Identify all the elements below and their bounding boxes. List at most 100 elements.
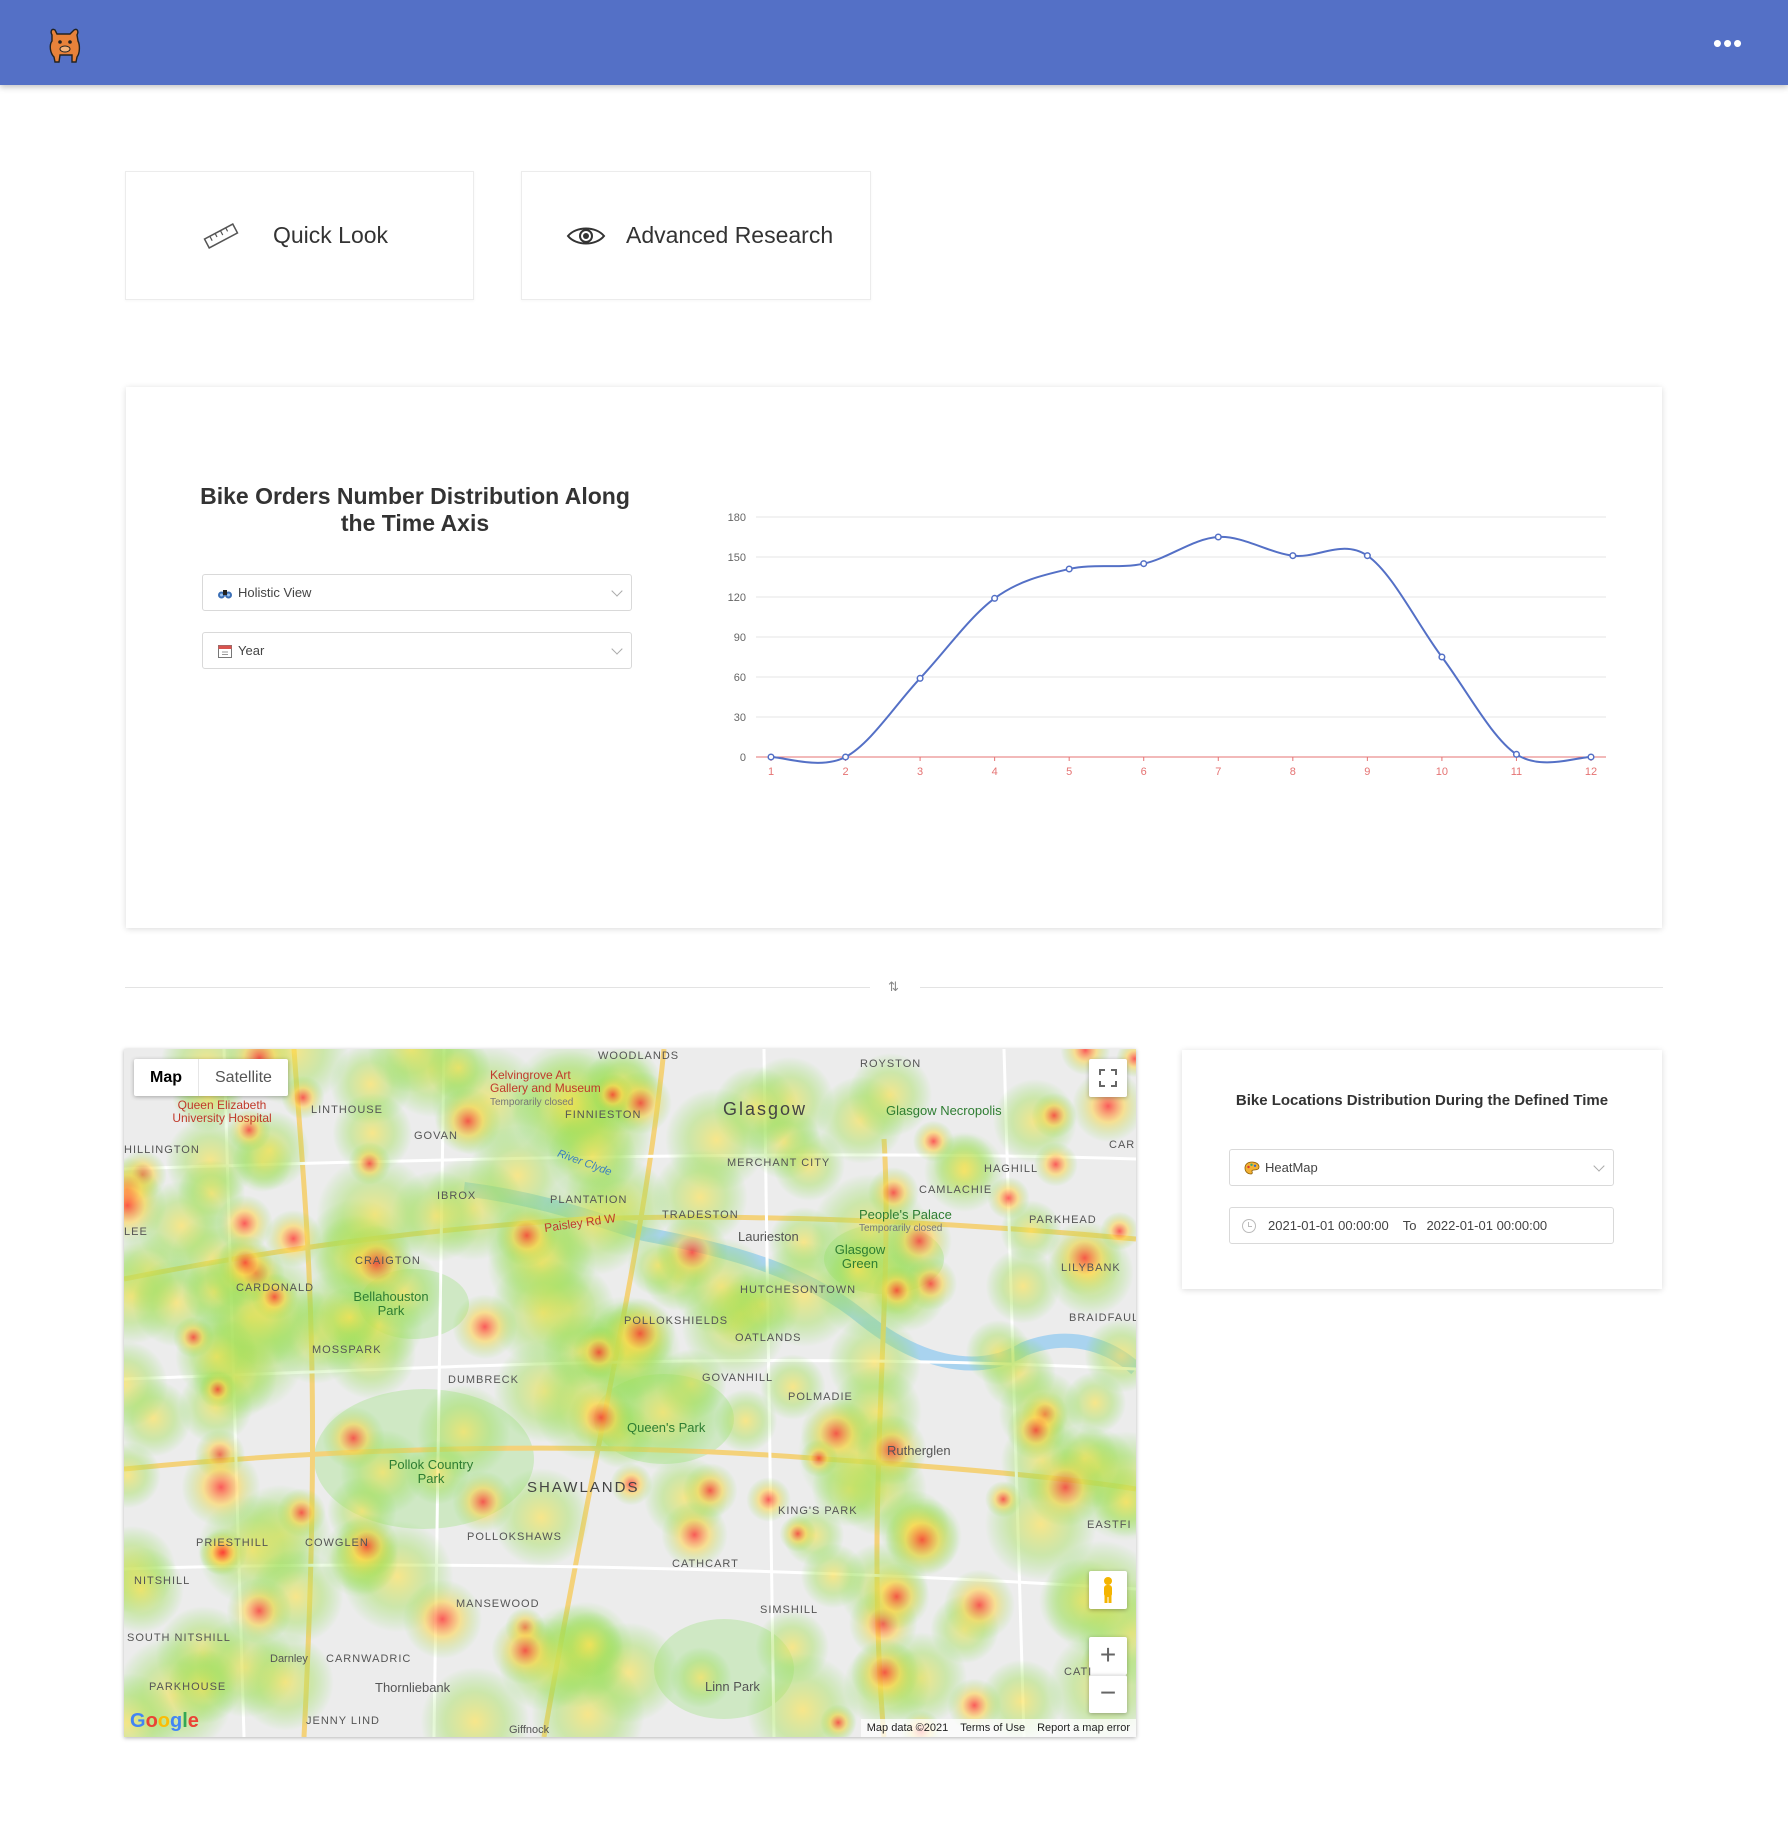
palette-icon (1244, 1161, 1260, 1174)
date-range-picker[interactable]: 2021-01-01 00:00:00 To 2022-01-01 00:00:… (1229, 1207, 1614, 1244)
range-start-input[interactable]: 2021-01-01 00:00:00 (1268, 1218, 1389, 1233)
period-select[interactable]: Year (202, 632, 632, 669)
section-divider (920, 987, 1663, 988)
map-place-label: Thornliebank (375, 1680, 451, 1695)
data-point (991, 594, 999, 602)
x-tick-label: 10 (1436, 766, 1448, 778)
x-tick-label: 8 (1290, 766, 1296, 778)
x-tick-label: 2 (842, 766, 848, 778)
heat-hotspot (495, 1204, 558, 1267)
data-point (1065, 565, 1073, 573)
data-point (1512, 750, 1521, 758)
top-app-bar: ••• (0, 0, 1788, 85)
map-area-label: COWGLEN (305, 1537, 369, 1549)
zoom-in-button[interactable]: + (1089, 1637, 1127, 1675)
map-area-label: IBROX (437, 1190, 477, 1202)
map-area-label: GOVANHILL (702, 1372, 774, 1384)
view-select[interactable]: Holistic View (202, 574, 632, 611)
x-tick-label: 3 (917, 766, 923, 778)
zoom-out-button[interactable]: − (1089, 1675, 1127, 1713)
map-area-label: TRADESTON (662, 1209, 739, 1221)
map-area-label: OATLANDS (735, 1332, 802, 1344)
heat-hotspot (181, 1447, 261, 1527)
map-area-label: MANSEWOOD (456, 1598, 540, 1610)
locations-distribution-panel: Bike Locations Distribution During the D… (1182, 1050, 1662, 1289)
heat-hotspot (199, 1370, 237, 1408)
heat-hotspot (277, 1488, 326, 1538)
map-city-label: Glasgow (723, 1099, 808, 1119)
locations-panel-title: Bike Locations Distribution During the D… (1235, 1092, 1609, 1109)
map-type-select-value: HeatMap (1265, 1160, 1318, 1175)
map-type-map-button[interactable]: Map (134, 1059, 198, 1096)
y-tick-label: 180 (728, 512, 746, 524)
map-area-label: PARKHEAD (1029, 1214, 1097, 1226)
heat-hotspot (322, 1406, 385, 1470)
heatmap-map[interactable]: Map Satellite + − Kelvingrove Art Galler… (124, 1049, 1136, 1737)
heat-hotspot (491, 1616, 560, 1685)
series-line (770, 535, 1592, 764)
view-select-value: Holistic View (238, 585, 312, 600)
map-area-label: HUTCHESONTOWN (740, 1284, 857, 1296)
data-point (767, 753, 775, 761)
heat-hotspot (943, 1569, 1015, 1641)
advanced-research-card[interactable]: Advanced Research (521, 171, 871, 300)
range-end-input[interactable]: 2022-01-01 00:00:00 (1426, 1218, 1547, 1233)
map-area-label: CAR (1109, 1139, 1136, 1151)
map-place-label: Pollok Country Park (388, 1457, 474, 1486)
map-canvas[interactable] (124, 1049, 1136, 1737)
section-divider (125, 987, 870, 988)
report-map-error-link[interactable]: Report a map error (1037, 1722, 1130, 1734)
data-point (1289, 552, 1297, 560)
data-point (1140, 560, 1148, 568)
heat-hotspot (987, 1176, 1030, 1220)
advanced-research-label: Advanced Research (626, 222, 834, 248)
map-area-label: PRIESTHILL (196, 1537, 269, 1549)
pegman-icon[interactable] (1089, 1571, 1127, 1609)
terms-of-use-link[interactable]: Terms of Use (960, 1722, 1025, 1734)
fullscreen-icon[interactable] (1089, 1059, 1127, 1097)
map-area-label: CATHCART (672, 1558, 739, 1570)
data-point (841, 753, 850, 761)
heat-blob (1063, 1371, 1127, 1434)
map-type-select[interactable]: HeatMap (1229, 1149, 1614, 1186)
quick-look-card[interactable]: Quick Look (125, 171, 474, 300)
data-point (1438, 653, 1446, 661)
map-area-label: POLMADIE (788, 1391, 853, 1403)
map-area-label: MERCHANT CITY (727, 1157, 831, 1169)
map-place-label: People's Palace Temporarily closed (859, 1207, 952, 1234)
eye-icon (566, 227, 606, 244)
heat-hotspot (872, 1266, 922, 1315)
map-place-label: Rutherglen (887, 1443, 951, 1458)
heat-hotspot (568, 1384, 634, 1451)
more-dots-icon[interactable]: ••• (1710, 30, 1746, 56)
map-place-label: Bellahouston Park (353, 1289, 429, 1318)
map-place-label: Kelvingrove Art Gallery and Museum Tempor… (490, 1068, 601, 1109)
ruler-icon (203, 222, 239, 249)
heat-hotspot (172, 1316, 214, 1358)
map-place-label: Glasgow Green (834, 1242, 886, 1271)
data-point (916, 674, 924, 682)
chevron-down-icon (611, 642, 623, 655)
map-area-label: PARKHOUSE (149, 1681, 227, 1693)
heat-blob (556, 1611, 624, 1678)
chevron-down-icon (1593, 1159, 1605, 1172)
map-area-label: MOSSPARK (312, 1344, 382, 1356)
map-place-label: Laurieston (738, 1229, 799, 1244)
x-tick-label: 5 (1066, 766, 1072, 778)
heat-hotspot (452, 1294, 518, 1360)
map-area-label: LINTHOUSE (311, 1104, 383, 1116)
period-select-value: Year (238, 643, 265, 658)
map-area-label: LILYBANK (1061, 1262, 1121, 1274)
x-tick-label: 7 (1215, 766, 1221, 778)
map-area-label: LEE (124, 1226, 148, 1238)
map-type-satellite-button[interactable]: Satellite (198, 1059, 288, 1096)
y-tick-label: 90 (734, 632, 746, 644)
bull-icon[interactable] (46, 27, 84, 63)
map-area-label: SHAWLANDS (527, 1479, 640, 1496)
map-area-label: KING'S PARK (778, 1505, 858, 1517)
map-type-control: Map Satellite (134, 1059, 288, 1096)
map-place-label: Queen Elizabeth University Hospital (172, 1098, 272, 1125)
heat-hotspot (656, 1216, 728, 1288)
clock-icon (1242, 1218, 1256, 1233)
map-place-label: Darnley (270, 1653, 308, 1665)
